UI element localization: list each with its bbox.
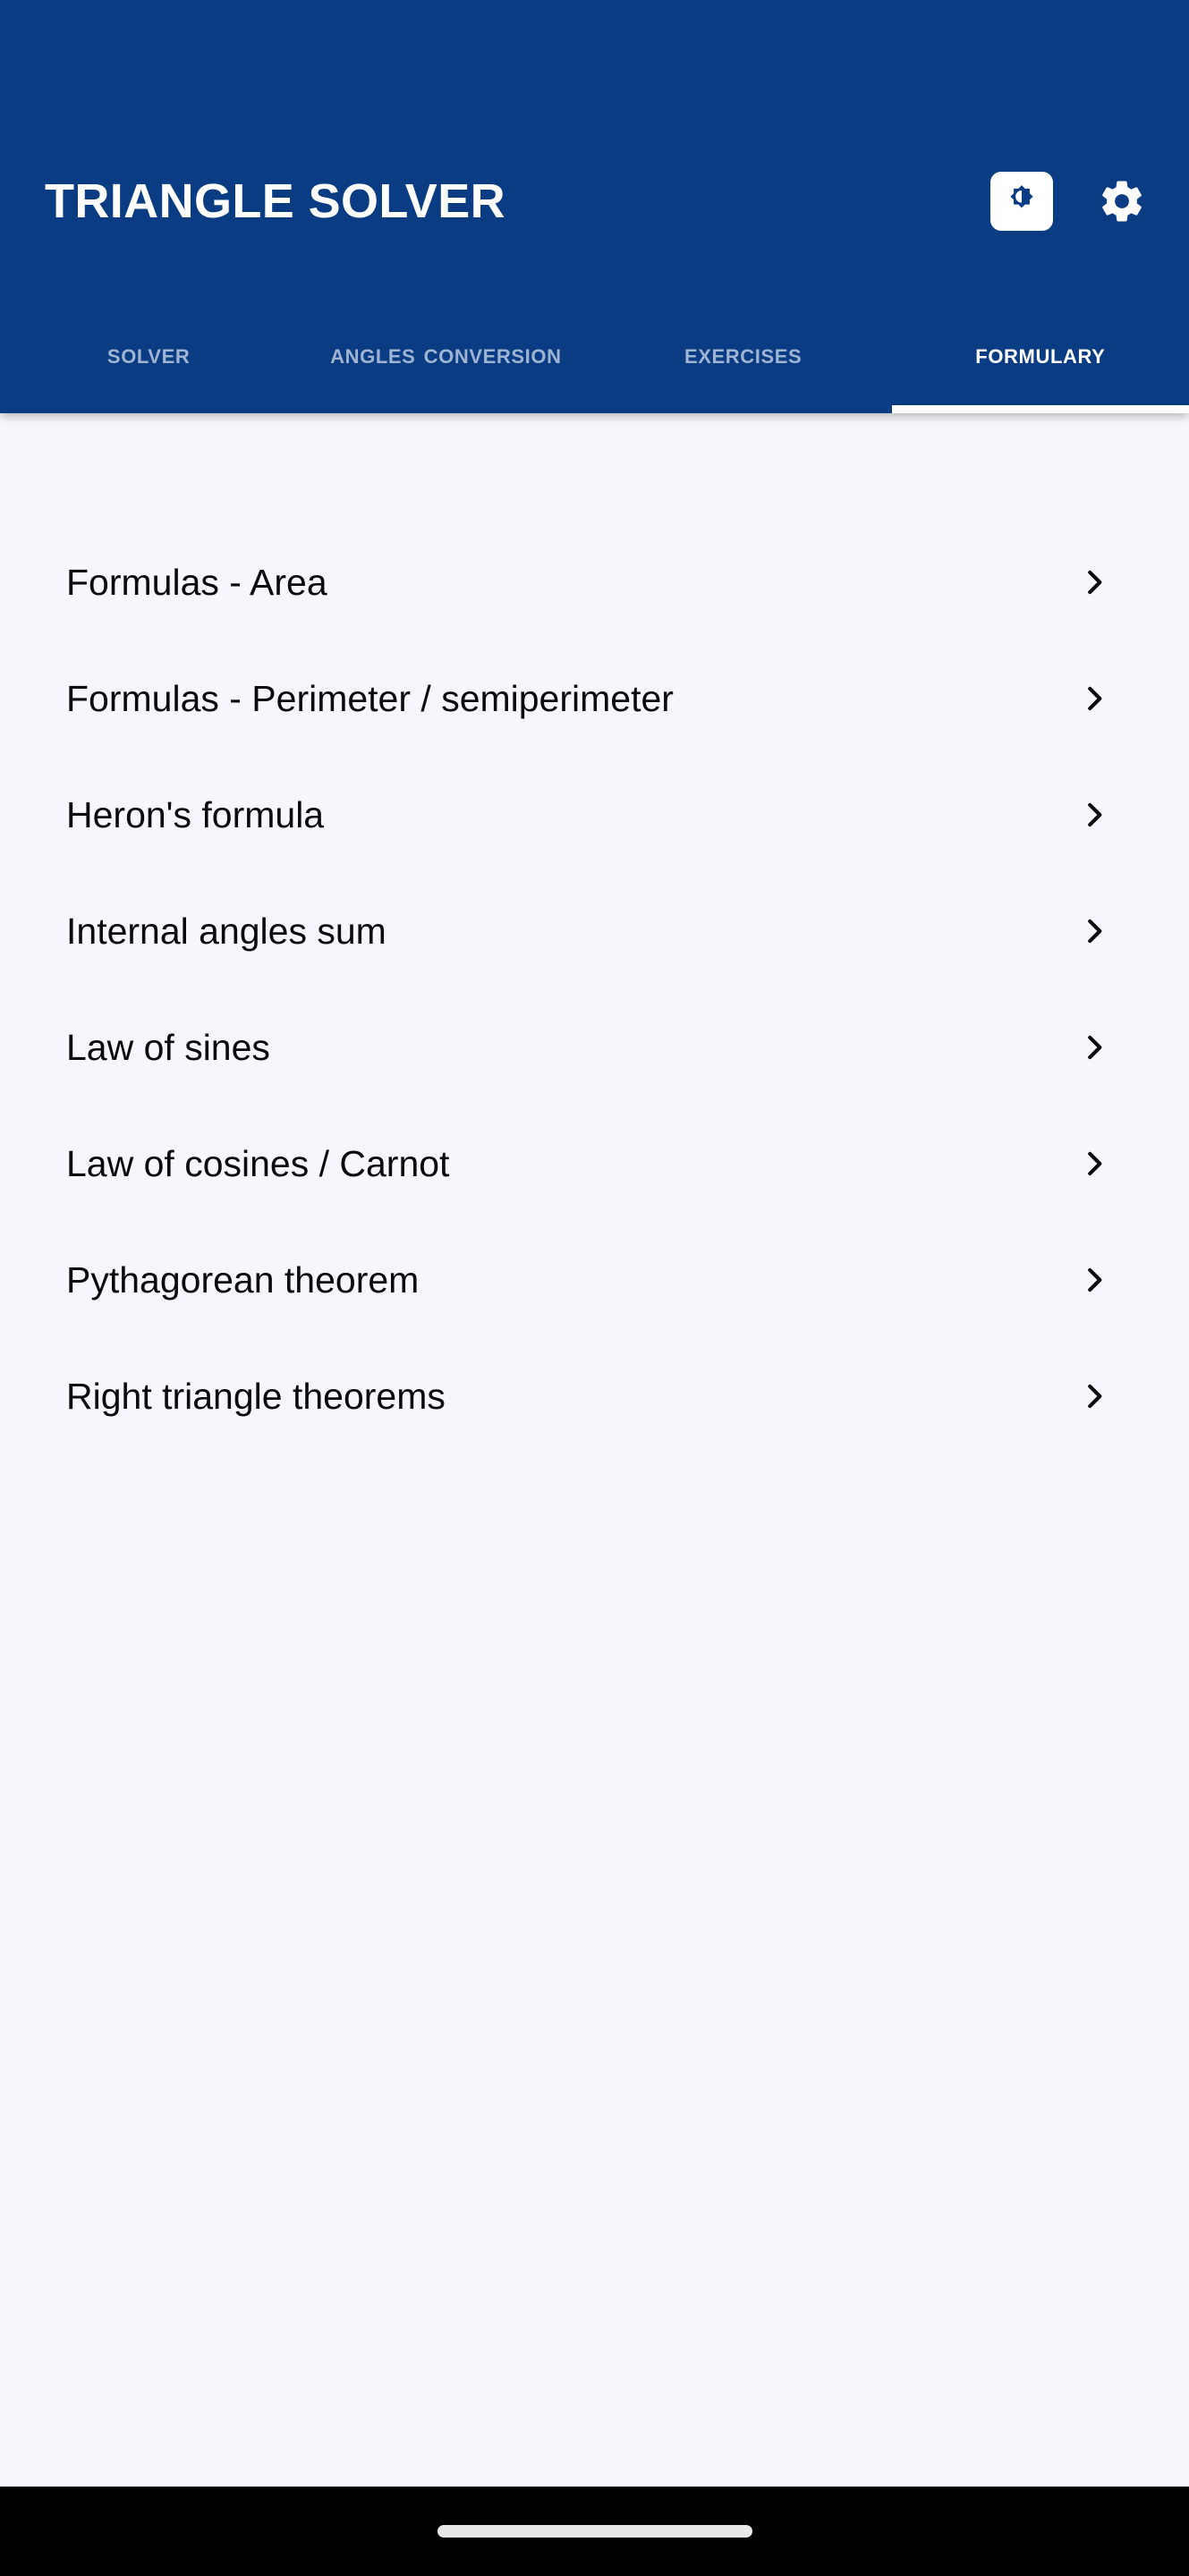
list-item[interactable]: Right triangle theorems bbox=[34, 1338, 1155, 1454]
list-item[interactable]: Law of sines bbox=[34, 989, 1155, 1106]
list-item-label: Right triangle theorems bbox=[66, 1375, 446, 1417]
theme-toggle-button[interactable] bbox=[990, 172, 1053, 231]
list-item-label: Law of sines bbox=[66, 1026, 270, 1068]
chevron-right-icon bbox=[1074, 563, 1114, 602]
status-bar bbox=[0, 0, 1189, 107]
list-item-label: Pythagorean theorem bbox=[66, 1258, 420, 1301]
chevron-right-icon bbox=[1074, 911, 1114, 951]
settings-button[interactable] bbox=[1091, 172, 1153, 231]
app-bar-row: TRIANGLE SOLVER bbox=[0, 107, 1189, 295]
tab-label: Exercises bbox=[684, 338, 803, 370]
home-gesture-pill[interactable] bbox=[437, 2525, 752, 2538]
formulary-content: Formulas - Area Formulas - Perimeter / s… bbox=[0, 413, 1189, 2487]
tab-label: Formulary bbox=[975, 338, 1106, 370]
tab-formulary[interactable]: Formulary bbox=[891, 295, 1189, 413]
tab-bar: Solver Angles conversion Exercises Formu… bbox=[0, 295, 1189, 413]
tab-solver[interactable]: Solver bbox=[0, 295, 297, 413]
chevron-right-icon bbox=[1074, 795, 1114, 835]
list-item-label: Formulas - Area bbox=[66, 561, 327, 603]
list-item[interactable]: Pythagorean theorem bbox=[34, 1222, 1155, 1338]
list-item[interactable]: Heron's formula bbox=[34, 757, 1155, 873]
list-item[interactable]: Internal angles sum bbox=[34, 873, 1155, 989]
app-screen: TRIANGLE SOLVER solver angles conversion… bbox=[0, 0, 1189, 2576]
gear-icon bbox=[1098, 177, 1146, 225]
tab-label: Solver bbox=[106, 338, 191, 370]
app-bar: TRIANGLE SOLVER solver angles conversion… bbox=[0, 0, 1189, 413]
list-item-label: Formulas - Perimeter / semiperimeter bbox=[66, 677, 674, 719]
tab-angles-conversion[interactable]: Angles conversion bbox=[297, 295, 594, 413]
chevron-right-icon bbox=[1074, 679, 1114, 718]
list-item[interactable]: Formulas - Area bbox=[34, 524, 1155, 640]
chevron-right-icon bbox=[1074, 1144, 1114, 1183]
system-navigation-bar bbox=[0, 2487, 1189, 2576]
list-item-label: Law of cosines / Carnot bbox=[66, 1142, 450, 1184]
chevron-right-icon bbox=[1074, 1028, 1114, 1067]
list-item-label: Heron's formula bbox=[66, 793, 325, 835]
list-item[interactable]: Law of cosines / Carnot bbox=[34, 1106, 1155, 1222]
brightness-icon bbox=[1003, 182, 1040, 220]
app-bar-actions bbox=[990, 172, 1153, 231]
tab-label: Angles conversion bbox=[330, 338, 562, 370]
list-item[interactable]: Formulas - Perimeter / semiperimeter bbox=[34, 640, 1155, 757]
chevron-right-icon bbox=[1074, 1260, 1114, 1300]
chevron-right-icon bbox=[1074, 1377, 1114, 1416]
formulary-list: Formulas - Area Formulas - Perimeter / s… bbox=[0, 524, 1189, 1454]
page-title: TRIANGLE SOLVER bbox=[45, 174, 506, 228]
tab-exercises[interactable]: Exercises bbox=[595, 295, 892, 413]
list-item-label: Internal angles sum bbox=[66, 910, 386, 952]
